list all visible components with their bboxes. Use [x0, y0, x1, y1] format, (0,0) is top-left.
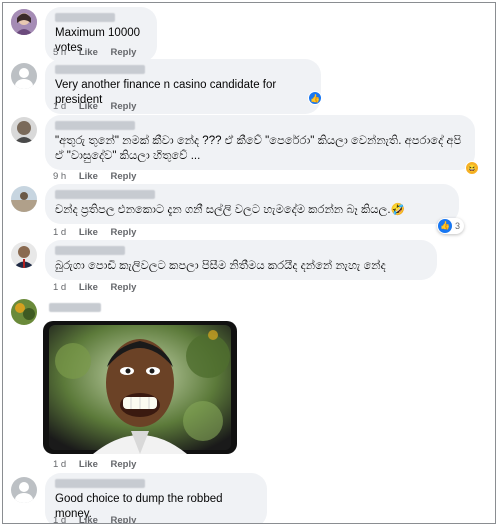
comment-text: "අතුරු තුනේ" නමක් කීවා නේද ??? ඒ කීවේ "ප…: [55, 135, 462, 162]
avatar[interactable]: [11, 117, 37, 143]
reaction-summary[interactable]: 👍 3: [437, 218, 465, 234]
reply-link[interactable]: Reply: [111, 101, 137, 112]
like-link[interactable]: Like: [79, 459, 98, 470]
comment-time[interactable]: 1 d: [53, 459, 66, 470]
blurred-author-name: [55, 121, 135, 130]
comment-actions: 1 d Like Reply: [53, 101, 146, 112]
blurred-author-name: [55, 479, 145, 488]
thumbs-up-icon: 👍: [438, 219, 452, 233]
comment-bubble: චන්ද ප්‍රතිපල එනකොට දැන ගනී සල්ලි වලට හැ…: [45, 184, 459, 224]
avatar[interactable]: [11, 63, 37, 89]
avatar[interactable]: [11, 477, 37, 503]
blurred-author-name: [49, 303, 101, 312]
comment-time[interactable]: 1 d: [53, 515, 66, 523]
blurred-author-name: [55, 65, 145, 74]
comment-text: චන්ද ප්‍රතිපල එනකොට දැන ගනී සල්ලි වලට හැ…: [55, 204, 405, 216]
blurred-author-name: [55, 13, 115, 22]
avatar[interactable]: [11, 299, 37, 325]
comment-time[interactable]: 1 d: [53, 282, 66, 293]
comment-time[interactable]: 9 h: [53, 171, 66, 182]
reply-link[interactable]: Reply: [111, 47, 137, 58]
comment-actions: 1 d Like Reply: [53, 227, 146, 238]
comment-actions: 1 d Like Reply: [53, 459, 146, 470]
reply-link[interactable]: Reply: [111, 227, 137, 238]
like-link[interactable]: Like: [79, 282, 98, 293]
laughing-face-icon[interactable]: 😆: [465, 161, 479, 175]
comment-actions: 9 h Like Reply: [53, 171, 146, 182]
comment-actions: 1 d Like Reply: [53, 515, 146, 523]
reply-link[interactable]: Reply: [111, 171, 137, 182]
comment-time[interactable]: 1 d: [53, 101, 66, 112]
caricature-image[interactable]: [43, 321, 237, 454]
comment-thread: Maximum 10000 votes 5 h Like Reply Very …: [2, 2, 496, 524]
comment-time[interactable]: 5 h: [53, 47, 66, 58]
reply-link[interactable]: Reply: [111, 282, 137, 293]
like-link[interactable]: Like: [79, 515, 98, 523]
like-link[interactable]: Like: [79, 227, 98, 238]
avatar[interactable]: [11, 242, 37, 268]
comment-time[interactable]: 1 d: [53, 227, 66, 238]
like-link[interactable]: Like: [79, 101, 98, 112]
blurred-author-name: [55, 246, 125, 255]
comment-actions: 5 h Like Reply: [53, 47, 146, 58]
thumbs-up-icon[interactable]: 👍: [308, 91, 322, 105]
reply-link[interactable]: Reply: [111, 515, 137, 523]
comment-bubble: "අතුරු තුනේ" නමක් කීවා නේද ??? ඒ කීවේ "ප…: [45, 115, 475, 170]
comment-bubble: බුරුගා පොඩි කැලිවලට කපලා පිසීම නිතීමය කර…: [45, 240, 437, 280]
like-link[interactable]: Like: [79, 171, 98, 182]
reaction-count: 3: [455, 221, 461, 231]
like-link[interactable]: Like: [79, 47, 98, 58]
comment-text: බුරුගා පොඩි කැලිවලට කපලා පිසීම නිතීමය කර…: [55, 260, 386, 272]
avatar[interactable]: [11, 9, 37, 35]
reply-link[interactable]: Reply: [111, 459, 137, 470]
blurred-author-name: [55, 190, 155, 199]
avatar[interactable]: [11, 186, 37, 212]
comment-actions: 1 d Like Reply: [53, 282, 146, 293]
